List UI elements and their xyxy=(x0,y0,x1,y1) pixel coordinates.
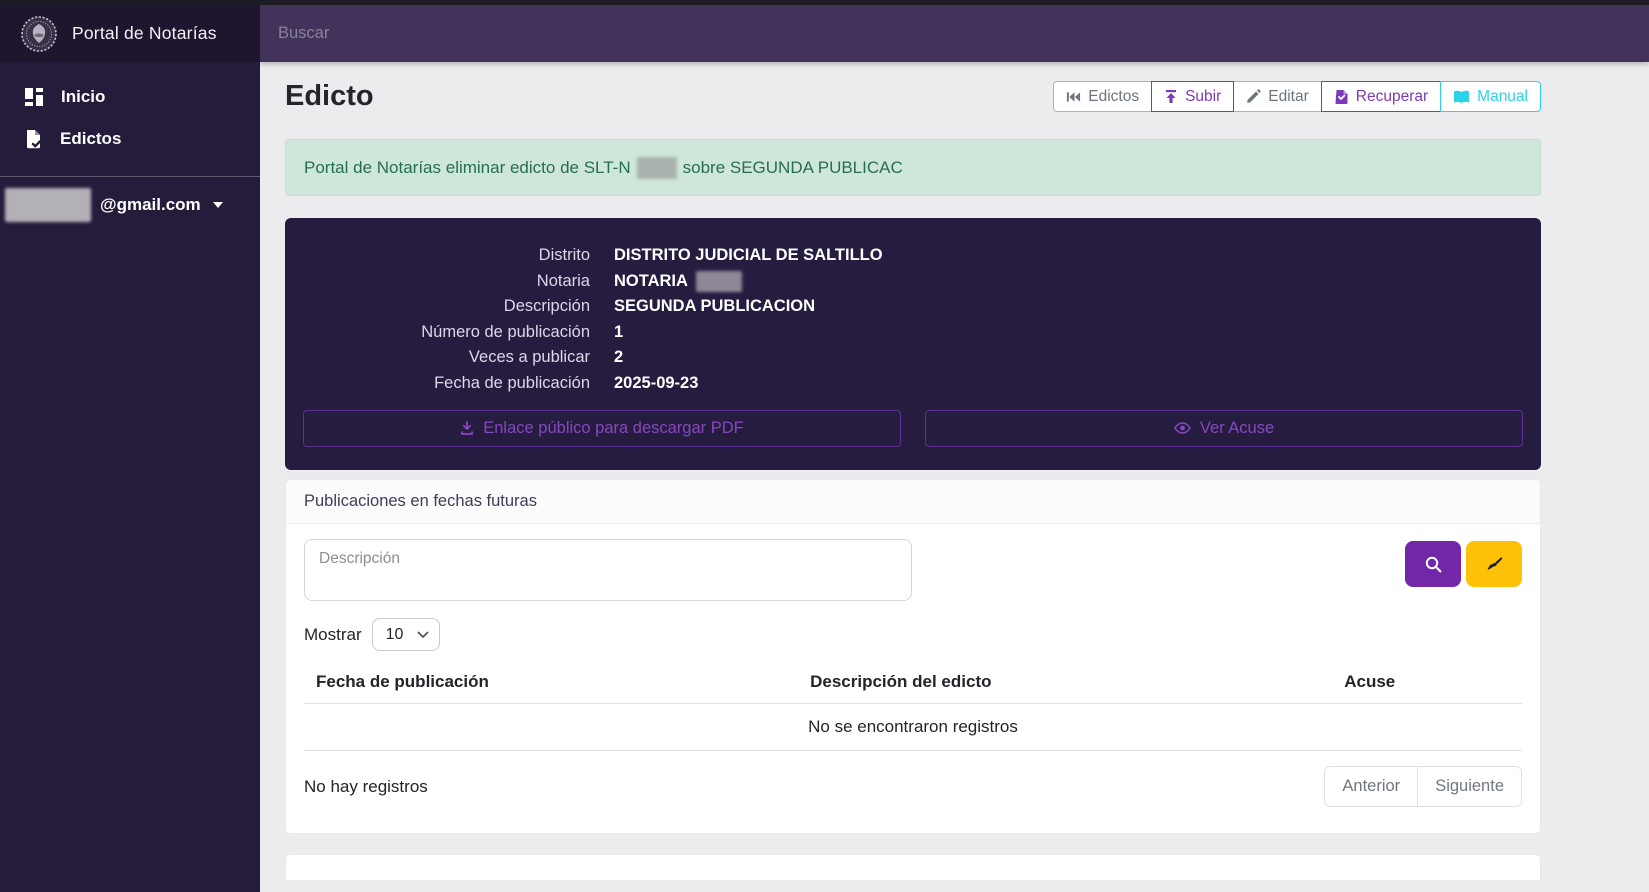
previous-page-button[interactable]: Anterior xyxy=(1324,766,1418,807)
manual-button[interactable]: Manual xyxy=(1440,81,1541,112)
user-email-suffix: @gmail.com xyxy=(100,195,201,215)
edicto-details-panel: Distrito DISTRITO JUDICIAL DE SALTILLO N… xyxy=(285,218,1541,470)
alert-text-before: Portal de Notarías eliminar edicto de SL… xyxy=(304,158,631,178)
detail-row: Descripción SEGUNDA PUBLICACION xyxy=(303,294,1523,320)
download-pdf-button[interactable]: Enlace público para descargar PDF xyxy=(303,410,901,447)
eye-icon xyxy=(1174,422,1191,434)
sidebar: Portal de Notarías Inicio xyxy=(0,5,260,892)
sidebar-item-label: Inicio xyxy=(61,87,105,107)
sidebar-item-label: Edictos xyxy=(60,129,121,149)
next-section-card-partial xyxy=(285,854,1541,880)
redacted-username xyxy=(5,188,91,222)
notary-seal-logo xyxy=(20,15,58,53)
detail-row: Distrito DISTRITO JUDICIAL DE SALTILLO xyxy=(303,243,1523,269)
sidebar-brand[interactable]: Portal de Notarías xyxy=(0,5,260,62)
redacted-notary-id xyxy=(637,157,677,179)
clear-filter-button[interactable] xyxy=(1466,541,1522,587)
user-menu[interactable]: @gmail.com xyxy=(0,177,260,233)
success-alert: Portal de Notarías eliminar edicto de SL… xyxy=(285,139,1541,196)
empty-table-message: No se encontraron registros xyxy=(304,704,1522,751)
detail-row: Fecha de publicación 2025-09-23 xyxy=(303,371,1523,397)
skip-back-icon xyxy=(1066,90,1081,104)
detail-row: Notaria NOTARIA xyxy=(303,269,1523,295)
upload-icon xyxy=(1164,89,1178,104)
descripcion-filter-input[interactable] xyxy=(304,539,912,601)
publications-table: Fecha de publicación Descripción del edi… xyxy=(304,661,1522,751)
detail-row: Veces a publicar 2 xyxy=(303,345,1523,371)
chevron-down-icon xyxy=(213,202,223,208)
next-page-button[interactable]: Siguiente xyxy=(1417,766,1522,807)
redacted-notaria-number xyxy=(696,271,742,292)
main-content: Edicto Edictos xyxy=(260,62,1649,892)
search-button[interactable] xyxy=(1405,541,1461,587)
editar-button[interactable]: Editar xyxy=(1233,81,1322,112)
global-search-input[interactable] xyxy=(278,24,778,43)
dashboard-grid-icon xyxy=(24,87,44,107)
column-header-fecha[interactable]: Fecha de publicación xyxy=(304,661,584,703)
page-title: Edicto xyxy=(285,80,374,113)
open-book-icon xyxy=(1453,90,1470,104)
search-icon xyxy=(1424,555,1443,574)
file-check-icon xyxy=(24,129,43,149)
publications-card: Publicaciones en fechas futuras xyxy=(285,479,1541,834)
ver-acuse-button[interactable]: Ver Acuse xyxy=(925,410,1523,447)
chevron-down-icon xyxy=(417,631,429,639)
brand-title: Portal de Notarías xyxy=(72,23,217,44)
sidebar-item-inicio[interactable]: Inicio xyxy=(0,76,260,118)
toolbar: Edictos Subir xyxy=(1053,81,1541,112)
download-icon xyxy=(460,421,474,436)
sidebar-item-edictos[interactable]: Edictos xyxy=(0,118,260,160)
pagination: Anterior Siguiente xyxy=(1324,766,1522,807)
broom-icon xyxy=(1485,555,1504,574)
page-size-select[interactable]: 10 xyxy=(372,618,440,651)
window-top-strip xyxy=(0,0,1649,5)
edictos-button[interactable]: Edictos xyxy=(1053,81,1152,112)
detail-row: Número de publicación 1 xyxy=(303,320,1523,346)
show-label: Mostrar xyxy=(304,625,362,645)
column-header-acuse[interactable]: Acuse xyxy=(1217,661,1522,703)
column-header-descripcion[interactable]: Descripción del edicto xyxy=(584,661,1217,703)
publications-card-title: Publicaciones en fechas futuras xyxy=(286,480,1540,524)
pencil-icon xyxy=(1246,89,1261,104)
subir-button[interactable]: Subir xyxy=(1151,81,1234,112)
alert-text-after: sobre SEGUNDA PUBLICAC xyxy=(683,158,903,178)
recuperar-button[interactable]: Recuperar xyxy=(1321,81,1441,112)
topbar xyxy=(260,5,1649,62)
file-ribbon-icon xyxy=(1334,89,1349,105)
no-records-label: No hay registros xyxy=(304,777,428,797)
